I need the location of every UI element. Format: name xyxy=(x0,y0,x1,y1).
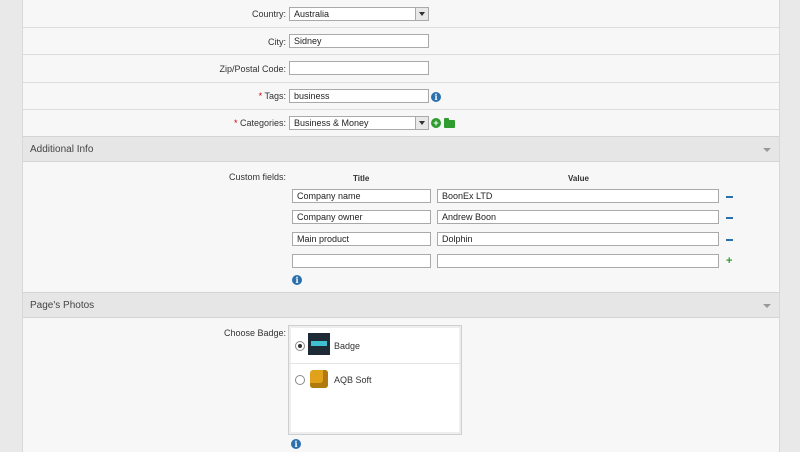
country-label: Country: xyxy=(251,9,286,19)
city-label: City: xyxy=(268,37,286,47)
badge-option-label: AQB Soft xyxy=(334,375,372,385)
info-icon[interactable]: i xyxy=(431,92,441,102)
required-mark: * xyxy=(258,91,263,101)
custom-title-input[interactable]: Company owner xyxy=(292,210,431,224)
badge-list: Badge AQB Soft xyxy=(288,325,462,435)
additional-info-header[interactable]: Additional Info xyxy=(23,136,779,162)
custom-value-value: Dolphin xyxy=(442,234,473,244)
custom-fields-label: Custom fields: xyxy=(228,172,286,182)
info-icon[interactable]: i xyxy=(291,439,301,449)
value-column-header: Value xyxy=(568,174,589,183)
custom-title-value: Company name xyxy=(297,191,361,201)
badge-option[interactable]: Badge xyxy=(289,328,461,364)
chevron-down-icon[interactable] xyxy=(415,117,428,129)
minus-icon[interactable] xyxy=(726,196,733,198)
plus-icon[interactable]: + xyxy=(726,256,732,267)
tags-label: Tags: xyxy=(264,91,286,101)
tags-label-wrap: * Tags: xyxy=(259,91,286,101)
minus-icon[interactable] xyxy=(726,217,733,219)
city-input[interactable]: Sidney xyxy=(289,34,429,48)
chevron-down-icon[interactable] xyxy=(763,304,771,308)
choose-badge-label: Choose Badge: xyxy=(223,328,286,338)
tags-input[interactable]: business xyxy=(289,89,429,103)
badge-radio[interactable] xyxy=(295,341,305,351)
city-value: Sidney xyxy=(294,36,322,46)
required-mark: * xyxy=(233,118,238,128)
folder-icon[interactable] xyxy=(444,118,455,128)
country-value: Australia xyxy=(294,9,330,19)
custom-value-input[interactable]: Andrew Boon xyxy=(437,210,719,224)
country-row: Country: Australia xyxy=(23,0,779,28)
zip-label: Zip/Postal Code: xyxy=(219,64,286,74)
country-select[interactable]: Australia xyxy=(289,7,429,21)
categories-label-wrap: * Categories: xyxy=(234,118,286,128)
photos-header[interactable]: Page's Photos xyxy=(23,292,779,318)
custom-value-input[interactable]: BoonEx LTD xyxy=(437,189,719,203)
additional-info-title: Additional Info xyxy=(30,144,94,155)
tags-value: business xyxy=(294,91,330,101)
custom-value-input[interactable]: Dolphin xyxy=(437,232,719,246)
cube-icon xyxy=(310,370,328,388)
custom-value-value: BoonEx LTD xyxy=(442,191,493,201)
categories-select[interactable]: Business & Money xyxy=(289,116,429,130)
custom-title-input[interactable]: Main product xyxy=(292,232,431,246)
custom-title-value: Main product xyxy=(297,234,350,244)
minus-icon[interactable] xyxy=(726,239,733,241)
badge-radio[interactable] xyxy=(295,375,305,385)
custom-value-value: Andrew Boon xyxy=(442,212,497,222)
custom-fields-row: Custom fields: Title Value Company name … xyxy=(23,162,779,293)
categories-row: * Categories: Business & Money + xyxy=(23,110,779,137)
title-column-header: Title xyxy=(353,174,370,183)
chevron-down-icon[interactable] xyxy=(415,8,428,20)
tags-row: * Tags: business i xyxy=(23,83,779,110)
custom-title-value: Company owner xyxy=(297,212,363,222)
info-icon[interactable]: i xyxy=(292,275,302,285)
zip-row: Zip/Postal Code: xyxy=(23,55,779,83)
categories-label: Categories: xyxy=(239,118,286,128)
custom-value-input[interactable] xyxy=(437,254,719,268)
categories-value: Business & Money xyxy=(294,118,369,128)
zip-input[interactable] xyxy=(289,61,429,75)
custom-title-input[interactable] xyxy=(292,254,431,268)
badge-option-label: Badge xyxy=(334,341,361,351)
custom-title-input[interactable]: Company name xyxy=(292,189,431,203)
badge-thumbnail xyxy=(308,333,330,355)
photos-title: Page's Photos xyxy=(30,300,95,311)
plus-circle-icon[interactable]: + xyxy=(431,118,441,128)
badge-option[interactable]: AQB Soft xyxy=(289,364,461,399)
city-row: City: Sidney xyxy=(23,28,779,55)
form-panel: Country: Australia City: Sidney Zip/Post… xyxy=(22,0,780,452)
chevron-down-icon[interactable] xyxy=(763,148,771,152)
